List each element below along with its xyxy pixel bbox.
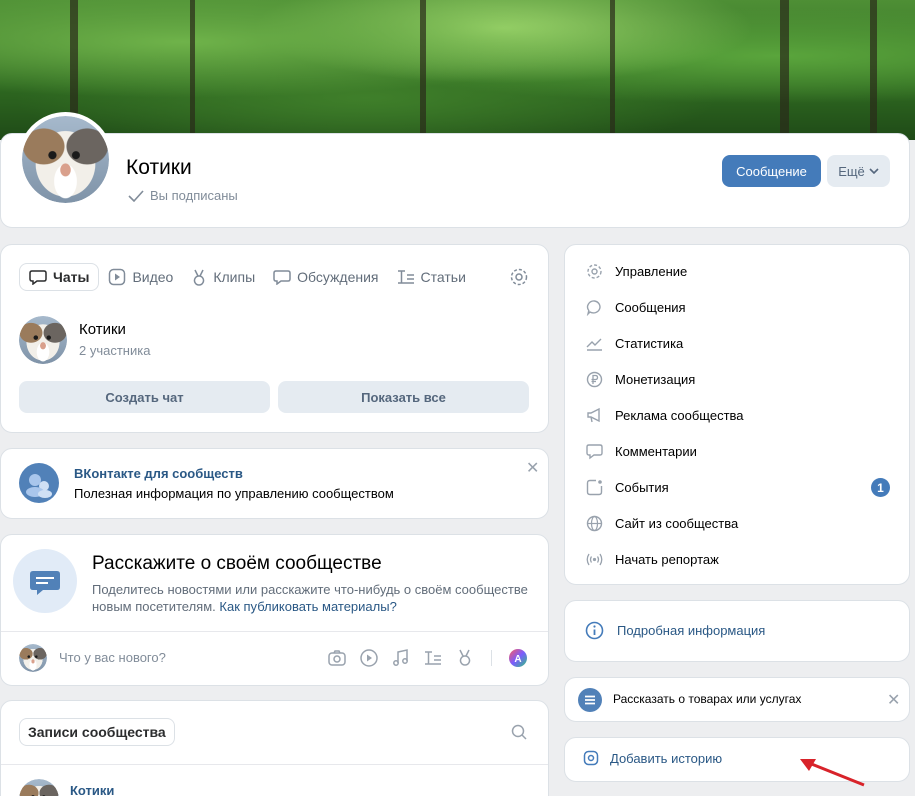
group-name: Котики <box>126 156 192 179</box>
tab-clips-label: Клипы <box>213 269 256 285</box>
gear-icon[interactable] <box>509 267 529 287</box>
tab-chats[interactable]: Чаты <box>19 263 100 291</box>
chat-bubble-icon <box>29 270 47 285</box>
video-attach-icon[interactable] <box>359 648 379 668</box>
more-button[interactable]: Ещё <box>827 155 890 187</box>
broadcast-icon <box>586 553 603 565</box>
megaphone-icon <box>587 407 600 422</box>
menu-item-ads[interactable]: Реклама сообщества <box>586 405 744 425</box>
post-author-name[interactable]: Котики <box>70 783 114 796</box>
message-icon <box>586 299 601 316</box>
tab-video-label: Видео <box>132 269 174 285</box>
comment-icon <box>586 443 603 459</box>
menu-item-monetization[interactable]: Монетизация <box>586 369 695 389</box>
menu-item-manage[interactable]: Управление <box>586 261 687 281</box>
subscribed-status[interactable]: Вы подписаны <box>128 188 238 203</box>
menu-label: Комментарии <box>615 443 697 459</box>
post-composer-input[interactable]: Что у вас нового? <box>59 650 166 665</box>
video-icon <box>109 268 126 286</box>
group-avatar[interactable] <box>18 112 113 207</box>
tab-discussions[interactable]: Обсуждения <box>264 263 387 291</box>
stats-icon <box>586 338 602 351</box>
clip-attach-icon[interactable] <box>455 648 475 668</box>
chevron-down-icon <box>869 168 879 174</box>
music-icon[interactable] <box>391 648 411 668</box>
community-posts-card <box>0 700 549 796</box>
menu-label: Сообщения <box>615 299 686 315</box>
tab-discussions-label: Обсуждения <box>297 269 379 285</box>
articles-icon <box>397 270 414 284</box>
checkmark-icon <box>128 189 144 202</box>
menu-label: Монетизация <box>615 371 696 387</box>
menu-item-events[interactable]: События <box>586 477 669 497</box>
content-tabs: Чаты Видео Клипы Обсуждения Статьи <box>19 263 475 291</box>
list-icon <box>578 688 602 712</box>
search-icon[interactable] <box>511 724 527 740</box>
vk-banner-title[interactable]: ВКонтакте для сообществ <box>74 466 243 481</box>
post-bubble-icon <box>13 549 77 613</box>
menu-label: Начать репортаж <box>615 551 719 567</box>
divider <box>1 764 548 765</box>
how-to-publish-link[interactable]: Как публиковать материалы? <box>219 599 396 614</box>
tab-community-posts[interactable]: Записи сообщества <box>19 718 175 746</box>
tab-clips[interactable]: Клипы <box>182 263 264 291</box>
menu-label: Статистика <box>615 335 684 351</box>
menu-item-stats[interactable]: Статистика <box>586 333 683 353</box>
menu-label: Реклама сообщества <box>615 407 744 423</box>
subscribed-label: Вы подписаны <box>150 188 238 203</box>
divider <box>1 631 548 632</box>
menu-item-broadcast[interactable]: Начать репортаж <box>586 549 719 569</box>
article-attach-icon[interactable] <box>423 648 443 668</box>
tell-title: Расскажите о своём сообществе <box>92 553 382 574</box>
chat-name[interactable]: Котики <box>79 321 126 338</box>
clips-icon <box>194 269 205 286</box>
add-story-link[interactable]: Добавить историю <box>610 751 722 766</box>
composer-avatar <box>19 644 47 672</box>
menu-label: Управление <box>615 263 688 279</box>
menu-label: События <box>615 479 669 495</box>
cover-image <box>0 0 915 140</box>
discussion-icon <box>273 270 291 285</box>
menu-label: Сайт из сообщества <box>615 515 739 531</box>
ruble-icon <box>586 371 603 387</box>
create-chat-button[interactable]: Создать чат <box>19 381 270 413</box>
menu-item-messages[interactable]: Сообщения <box>586 297 686 317</box>
globe-icon <box>586 515 603 531</box>
show-all-button[interactable]: Показать все <box>278 381 529 413</box>
vk-banner-subtitle: Полезная информация по управлению сообще… <box>74 486 394 501</box>
events-icon <box>586 479 603 495</box>
close-goods-icon[interactable]: ✕ <box>887 690 900 710</box>
svg-text:A: A <box>514 654 521 665</box>
menu-item-comments[interactable]: Комментарии <box>586 441 697 461</box>
tell-description: Поделитесь новостями или расскажите что-… <box>92 581 532 615</box>
toolbar-separator <box>491 650 492 666</box>
camera-icon[interactable] <box>327 648 347 668</box>
story-icon <box>583 750 599 766</box>
ai-assistant-icon[interactable]: A <box>508 648 528 668</box>
tab-chats-label: Чаты <box>53 269 90 285</box>
tab-video[interactable]: Видео <box>99 263 182 291</box>
events-count-badge: 1 <box>871 478 890 497</box>
tab-articles-label: Статьи <box>420 269 466 285</box>
chat-members-count: 2 участника <box>79 343 151 358</box>
tab-articles[interactable]: Статьи <box>388 263 475 291</box>
close-banner-icon[interactable]: ✕ <box>526 458 539 478</box>
goods-label[interactable]: Рассказать о товарах или услугах <box>613 692 801 706</box>
red-arrow-annotation <box>800 759 865 787</box>
gear-icon <box>587 263 602 279</box>
vk-for-communities-banner[interactable] <box>0 448 549 519</box>
message-button[interactable]: Сообщение <box>722 155 821 187</box>
detailed-info-link[interactable]: Подробная информация <box>617 623 765 638</box>
chat-avatar[interactable] <box>19 316 67 364</box>
communities-icon <box>19 463 59 503</box>
menu-item-website[interactable]: Сайт из сообщества <box>586 513 738 533</box>
info-icon <box>585 621 604 640</box>
more-button-label: Ещё <box>838 163 865 179</box>
